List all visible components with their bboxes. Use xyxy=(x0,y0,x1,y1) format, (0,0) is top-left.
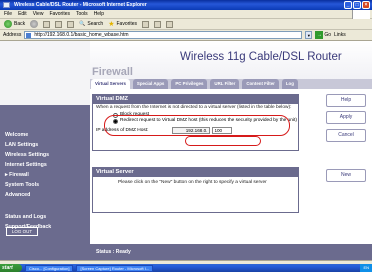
back-button[interactable]: Back xyxy=(4,20,25,28)
address-dropdown-icon[interactable]: ▼ xyxy=(305,31,313,39)
refresh-icon[interactable] xyxy=(55,20,63,28)
window-controls: _ □ × xyxy=(344,1,370,9)
print-icon[interactable] xyxy=(166,20,174,28)
media-icon[interactable] xyxy=(142,20,150,28)
windows-logo xyxy=(352,10,370,19)
address-bar: Address http://192.168.0.1/basic_home_wb… xyxy=(0,30,372,41)
section-title: Firewall xyxy=(92,66,133,78)
sidebar: Welcome LAN Settings Wireless Settings I… xyxy=(0,41,90,260)
go-button[interactable]: → Go xyxy=(315,31,331,39)
taskbar: start Cisco... [Configuration] [Screen C… xyxy=(0,264,372,272)
tab-bar: Virtual Servers Special Apps PC Privileg… xyxy=(90,79,372,89)
ie-icon xyxy=(3,2,10,8)
forward-arrow-icon xyxy=(30,20,39,28)
mail-icon[interactable] xyxy=(154,20,162,28)
forward-button[interactable] xyxy=(30,20,39,28)
virtual-server-panel: Virtual Server Please click on the "New"… xyxy=(92,167,299,213)
taskbar-item-2[interactable]: [Screen Capture] Router - Microsoft I... xyxy=(76,264,154,272)
address-input[interactable]: http://192.168.0.1/basic_home_wbase.htm xyxy=(24,31,303,39)
tab-virtual-servers[interactable]: Virtual Servers xyxy=(91,79,130,89)
sidebar-item-status-logs[interactable]: Status and Logs xyxy=(0,212,90,222)
sidebar-header xyxy=(0,41,90,105)
links-label[interactable]: Links xyxy=(334,32,346,38)
search-icon: 🔍 xyxy=(79,21,86,27)
taskbar-item-1[interactable]: Cisco... [Configuration] xyxy=(25,264,74,272)
address-value: http://192.168.0.1/basic_home_wbase.htm xyxy=(34,32,129,38)
stop-icon[interactable] xyxy=(43,20,51,28)
start-button[interactable]: start xyxy=(0,264,22,272)
sidebar-item-internet-settings[interactable]: Internet Settings xyxy=(0,160,90,170)
go-arrow-icon: → xyxy=(315,31,324,39)
tab-pc-privileges[interactable]: PC Privileges xyxy=(171,79,208,89)
sidebar-item-welcome[interactable]: Welcome xyxy=(0,130,90,140)
product-title: Wireless 11g Cable/DSL Router xyxy=(180,51,342,63)
search-button[interactable]: 🔍 Search xyxy=(79,21,103,27)
virtual-server-description: Please click on the "New" button on the … xyxy=(118,180,267,185)
menu-edit[interactable]: Edit xyxy=(18,11,27,17)
maximize-button[interactable]: □ xyxy=(353,1,361,9)
virtual-dmz-title: Virtual DMZ xyxy=(93,95,298,104)
virtual-server-title: Virtual Server xyxy=(93,168,298,177)
menu-view[interactable]: View xyxy=(33,11,44,17)
router-status: Status : Ready xyxy=(90,244,372,260)
sidebar-item-advanced[interactable]: Advanced xyxy=(0,190,90,200)
tab-special-apps[interactable]: Special Apps xyxy=(132,79,169,89)
tab-content-filter[interactable]: Content Filter xyxy=(242,79,279,89)
tab-log[interactable]: Log xyxy=(281,79,298,89)
menu-tools[interactable]: Tools xyxy=(76,11,88,17)
sidebar-item-system-tools[interactable]: System Tools xyxy=(0,180,90,190)
page-icon xyxy=(26,33,32,38)
ip-highlight xyxy=(185,136,261,146)
menu-file[interactable]: File xyxy=(4,11,12,17)
page-viewport: Welcome LAN Settings Wireless Settings I… xyxy=(0,41,372,260)
star-icon: ★ xyxy=(108,21,115,28)
toolbar: Back 🔍 Search ★ Favorites xyxy=(0,19,372,30)
sidebar-item-wireless-settings[interactable]: Wireless Settings xyxy=(0,150,90,160)
menu-bar: File Edit View Favorites Tools Help xyxy=(0,10,372,19)
home-icon[interactable] xyxy=(67,20,75,28)
sidebar-item-firewall[interactable]: ▸ Firewall xyxy=(0,170,90,180)
main-content: Virtual DMZ When a request from the Inte… xyxy=(90,89,372,244)
tab-url-filter[interactable]: URL Filter xyxy=(210,79,240,89)
system-tray: EN xyxy=(360,264,372,272)
redirect-highlight xyxy=(104,115,290,136)
sidebar-menu: Welcome LAN Settings Wireless Settings I… xyxy=(0,130,90,232)
back-arrow-icon xyxy=(4,20,12,28)
apply-button[interactable]: Apply xyxy=(326,111,366,124)
sidebar-item-lan-settings[interactable]: LAN Settings xyxy=(0,140,90,150)
browser-window: Wireless Cable/DSL Router - Microsoft In… xyxy=(0,0,372,272)
window-title: Wireless Cable/DSL Router - Microsoft In… xyxy=(14,2,147,8)
logout-button[interactable]: LOG OUT xyxy=(6,227,38,236)
help-button[interactable]: Help xyxy=(326,94,366,107)
title-bar: Wireless Cable/DSL Router - Microsoft In… xyxy=(0,0,372,10)
minimize-button[interactable]: _ xyxy=(344,1,352,9)
close-button[interactable]: × xyxy=(362,1,370,9)
address-label: Address xyxy=(3,32,22,38)
menu-favorites[interactable]: Favorites xyxy=(49,11,70,17)
new-button[interactable]: New xyxy=(326,169,366,182)
cancel-button[interactable]: Cancel xyxy=(326,129,366,142)
favorites-button[interactable]: ★ Favorites xyxy=(108,20,137,28)
virtual-dmz-description: When a request from the Internet is not … xyxy=(96,105,292,110)
menu-help[interactable]: Help xyxy=(94,11,104,17)
